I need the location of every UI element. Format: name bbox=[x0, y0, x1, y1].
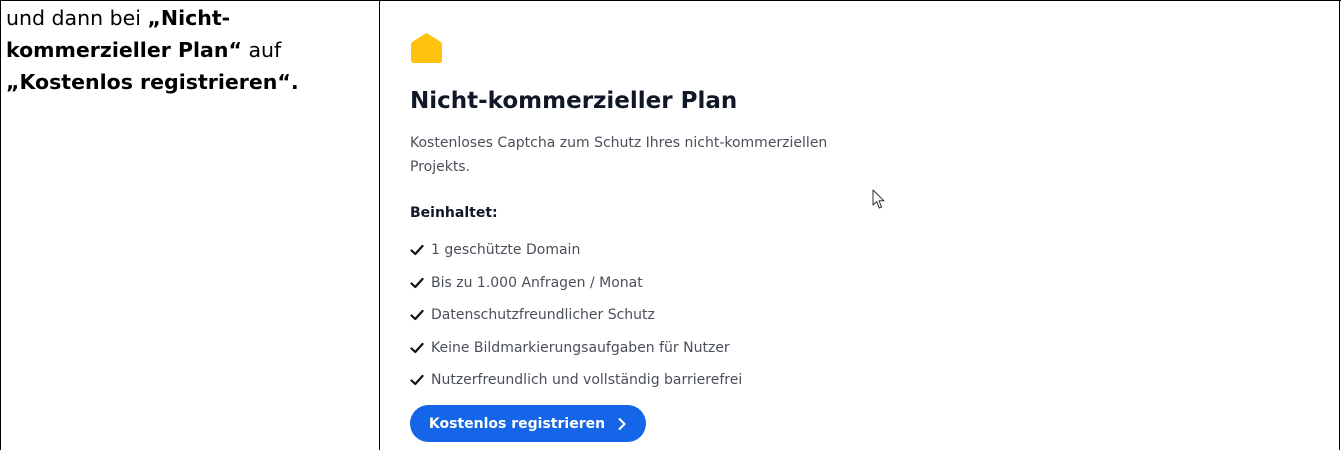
includes-heading: Beinhaltet: bbox=[410, 205, 498, 221]
button-name-highlight: „Kostenlos registrieren“. bbox=[6, 70, 299, 94]
table-border-left bbox=[0, 0, 1, 450]
feature-item: Bis zu 1.000 Anfragen / Monat bbox=[410, 267, 742, 300]
house-icon bbox=[411, 33, 442, 63]
plan-card-screenshot: Nicht-kommerzieller Plan Kostenloses Cap… bbox=[395, 8, 935, 450]
register-free-button-label: Kostenlos registrieren bbox=[428, 415, 606, 432]
feature-label: Bis zu 1.000 Anfragen / Monat bbox=[431, 274, 643, 291]
feature-label: Nutzerfreundlich und vollständig barrier… bbox=[431, 372, 743, 389]
feature-label: 1 geschützte Domain bbox=[431, 242, 581, 259]
plan-description: Kostenloses Captcha zum Schutz Ihres nic… bbox=[410, 135, 828, 175]
check-icon bbox=[410, 310, 424, 321]
table-border-divider bbox=[379, 0, 380, 450]
feature-item: Nutzerfreundlich und vollständig barrier… bbox=[410, 364, 742, 397]
check-icon bbox=[410, 277, 424, 288]
table-border-top bbox=[0, 0, 1341, 1]
register-free-button[interactable]: Kostenlos registrieren bbox=[410, 405, 646, 442]
feature-item: Datenschutzfreundlicher Schutz bbox=[410, 299, 742, 332]
check-icon bbox=[410, 245, 424, 256]
feature-item: Keine Bildmarkierungsaufgaben für Nutzer bbox=[410, 332, 742, 365]
mouse-pointer-icon bbox=[872, 189, 885, 209]
check-icon bbox=[410, 375, 424, 386]
feature-label: Datenschutzfreundlicher Schutz bbox=[431, 307, 655, 324]
feature-list: 1 geschützte Domain Bis zu 1.000 Anfrage… bbox=[410, 234, 742, 397]
instruction-text-part: und dann bei bbox=[6, 6, 148, 30]
chevron-right-icon bbox=[618, 417, 626, 430]
table-border-right bbox=[1339, 0, 1340, 450]
feature-label: Keine Bildmarkierungsaufgaben für Nutzer bbox=[431, 339, 730, 356]
plan-title: Nicht-kommerzieller Plan bbox=[410, 88, 738, 114]
instruction-text: und dann bei „Nicht-kommerzieller Plan“ … bbox=[6, 2, 366, 98]
feature-item: 1 geschützte Domain bbox=[410, 234, 742, 267]
instruction-text-part: auf bbox=[241, 38, 282, 62]
check-icon bbox=[410, 342, 424, 353]
instruction-table: und dann bei „Nicht-kommerzieller Plan“ … bbox=[0, 0, 1341, 450]
